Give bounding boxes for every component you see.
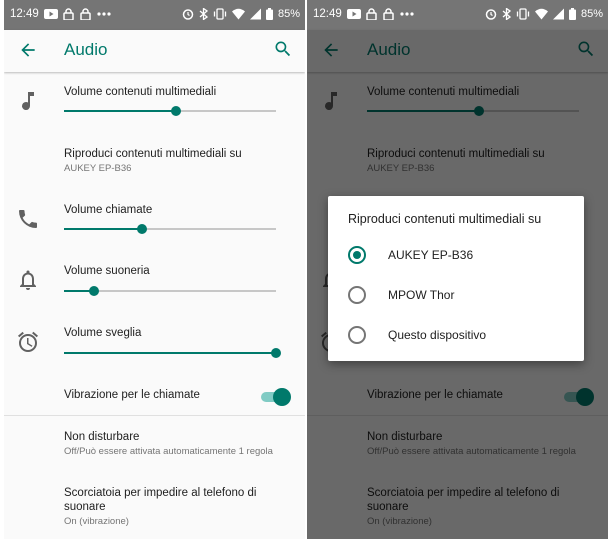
media-volume-thumb[interactable] bbox=[171, 106, 182, 116]
signal-icon bbox=[249, 8, 261, 20]
settings-screen-with-dialog: 12:49 85% Audio Volume contenuti multime… bbox=[307, 0, 608, 539]
alarm-volume-label: Volume sveglia bbox=[64, 327, 142, 339]
alarm-volume-thumb[interactable] bbox=[271, 348, 281, 358]
music-note-icon bbox=[22, 92, 34, 111]
wifi-icon bbox=[534, 8, 548, 20]
option-label-this-device: Questo dispositivo bbox=[388, 328, 487, 342]
call-volume-thumb[interactable] bbox=[137, 224, 148, 234]
radio-button-aukey[interactable] bbox=[348, 246, 366, 264]
alarm-volume-slider[interactable] bbox=[64, 348, 281, 358]
media-volume-label: Volume contenuti multimediali bbox=[64, 86, 217, 98]
lock-notification-icon-2 bbox=[383, 8, 394, 20]
wifi-icon bbox=[231, 8, 245, 20]
radio-button-mpow[interactable] bbox=[348, 286, 366, 304]
vibrate-icon bbox=[213, 8, 227, 20]
battery-percent: 85% bbox=[580, 8, 603, 20]
app-bar: Audio bbox=[4, 30, 305, 72]
arrow-back-icon[interactable] bbox=[18, 40, 38, 60]
lock-notification-icon-2 bbox=[80, 8, 91, 20]
ring-shortcut-label-line1: Scorciatoia per impedire al telefono di bbox=[64, 487, 257, 499]
do-not-disturb-label: Non disturbare bbox=[64, 431, 140, 443]
lock-notification-icon bbox=[366, 8, 377, 20]
bluetooth-icon bbox=[199, 8, 208, 20]
bell-icon bbox=[20, 270, 36, 290]
search-icon[interactable] bbox=[273, 39, 293, 59]
ring-volume-label: Volume suoneria bbox=[64, 265, 150, 277]
play-media-on-label: Riproduci contenuti multimediali su bbox=[64, 148, 242, 160]
dialog-title: Riproduci contenuti multimediali su bbox=[348, 212, 542, 226]
battery-percent: 85% bbox=[277, 8, 300, 20]
status-indicators: 85% bbox=[182, 8, 300, 20]
dialog-option-mpow[interactable]: MPOW Thor bbox=[348, 284, 568, 306]
ring-volume-slider[interactable] bbox=[64, 286, 276, 296]
ring-volume-thumb[interactable] bbox=[88, 286, 99, 296]
option-label-mpow: MPOW Thor bbox=[388, 288, 455, 302]
status-bar: 12:49 85% bbox=[4, 0, 305, 30]
ring-shortcut-label-line2: suonare bbox=[64, 501, 106, 513]
radio-button-this-device[interactable] bbox=[348, 326, 366, 344]
dialog-option-this-device[interactable]: Questo dispositivo bbox=[348, 324, 568, 346]
lock-notification-icon bbox=[63, 8, 74, 20]
alarm-status-icon bbox=[182, 9, 194, 20]
more-notifications-icon bbox=[97, 12, 111, 16]
output-device-dialog: Riproduci contenuti multimediali su AUKE… bbox=[328, 196, 584, 361]
divider bbox=[4, 415, 305, 416]
page-title: Audio bbox=[64, 40, 108, 59]
status-indicators: 85% bbox=[485, 8, 603, 20]
phone-icon bbox=[19, 210, 37, 228]
call-volume-slider[interactable] bbox=[64, 224, 276, 234]
dialog-option-aukey[interactable]: AUKEY EP-B36 bbox=[348, 244, 568, 266]
youtube-notification-icon bbox=[44, 9, 58, 19]
ring-shortcut-summary: On (vibrazione) bbox=[64, 516, 129, 527]
bluetooth-icon bbox=[502, 8, 511, 20]
battery-icon bbox=[265, 8, 273, 20]
vibrate-calls-label: Vibrazione per le chiamate bbox=[64, 389, 200, 401]
option-label-aukey: AUKEY EP-B36 bbox=[388, 248, 474, 262]
play-media-on-value: AUKEY EP-B36 bbox=[64, 163, 132, 174]
status-time: 12:49 bbox=[313, 8, 342, 20]
status-bar: 12:49 85% bbox=[307, 0, 608, 30]
vibrate-icon bbox=[516, 8, 530, 20]
battery-icon bbox=[568, 8, 576, 20]
settings-screen: 12:49 85% Audio Volume contenuti multime… bbox=[4, 0, 305, 539]
alarm-icon bbox=[18, 331, 38, 353]
call-volume-label: Volume chiamate bbox=[64, 204, 153, 216]
media-volume-slider[interactable] bbox=[64, 106, 276, 116]
do-not-disturb-summary: Off/Può essere attivata automaticamente … bbox=[64, 446, 273, 457]
youtube-notification-icon bbox=[347, 9, 361, 19]
signal-icon bbox=[552, 8, 564, 20]
status-time: 12:49 bbox=[10, 8, 39, 20]
more-notifications-icon bbox=[400, 12, 414, 16]
alarm-status-icon bbox=[485, 9, 497, 20]
vibrate-calls-toggle[interactable] bbox=[261, 388, 291, 406]
